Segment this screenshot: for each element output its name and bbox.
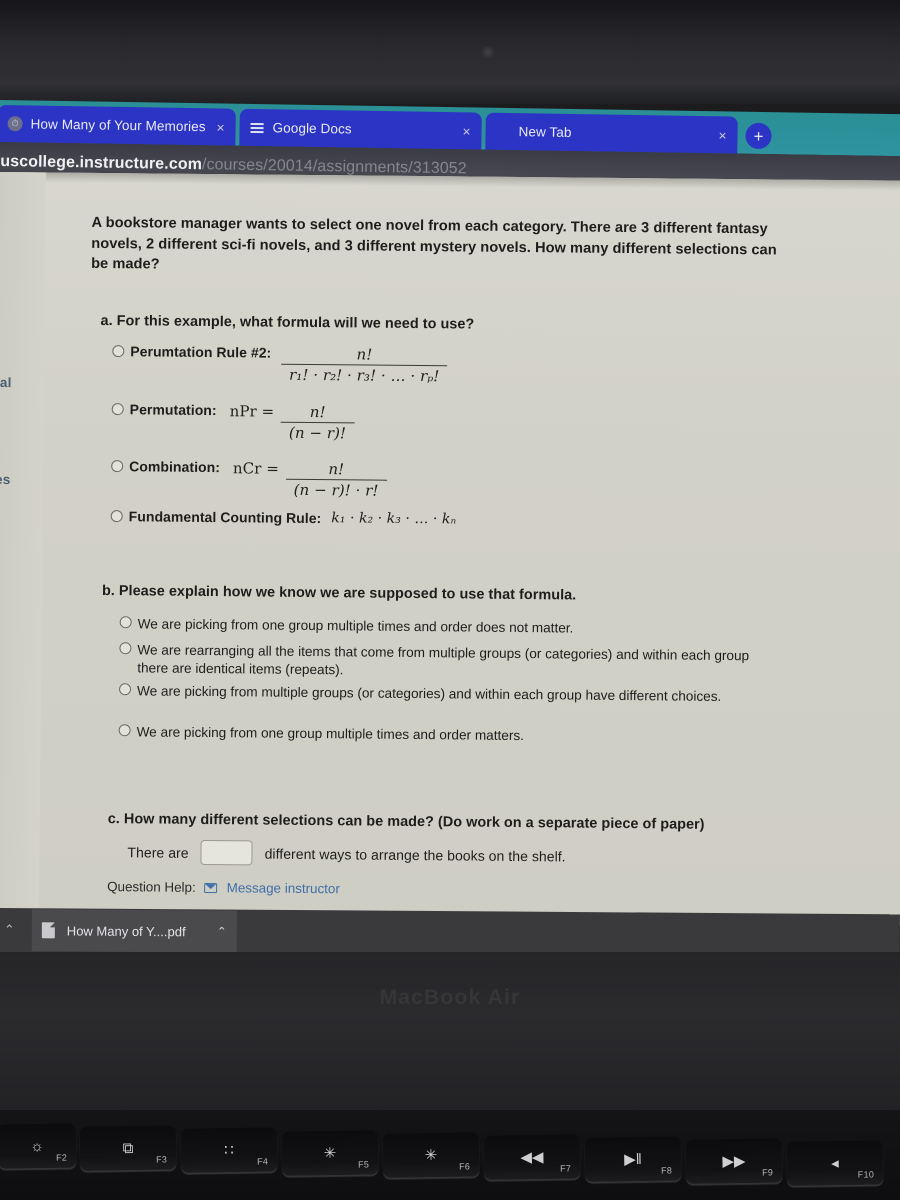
formula-numerator: n!	[356, 345, 373, 364]
option-label: Combination:	[129, 458, 221, 476]
key-name: F8	[660, 1165, 673, 1176]
pdf-file-icon	[41, 922, 55, 939]
tab-title: New Tab	[518, 124, 572, 140]
option-permutation[interactable]: Permutation: nPr = n! (n − r)!	[111, 401, 356, 443]
play-pause-icon: ▶‖	[624, 1150, 642, 1168]
question-help: Question Help: Message instructor	[107, 879, 340, 896]
laptop-brand-text: MacBook Air	[379, 986, 521, 1009]
key-f10[interactable]: ◂ F10	[786, 1140, 884, 1186]
option-combination[interactable]: Combination: nCr = n! (n − r)! · r!	[111, 458, 389, 500]
radio-icon[interactable]	[118, 683, 132, 696]
formula-fraction: n! (n − r)!	[281, 402, 355, 443]
formula-numerator: n!	[309, 402, 326, 422]
answer-suffix: different ways to arrange the books on t…	[264, 845, 566, 864]
clock-icon: ⏱	[7, 116, 23, 132]
key-f9[interactable]: ▶▶ F9	[685, 1138, 783, 1184]
message-instructor-link[interactable]: Message instructor	[227, 880, 340, 896]
course-sidebar-partial: ial es	[0, 172, 46, 918]
chevron-up-icon[interactable]: ⌃	[217, 925, 227, 939]
browser-tab-2[interactable]: Google Docs ×	[239, 108, 482, 150]
key-f8[interactable]: ▶‖ F8	[584, 1136, 682, 1182]
close-icon[interactable]: ×	[457, 123, 475, 139]
key-name: F7	[559, 1163, 572, 1174]
launchpad-icon: ∷	[224, 1141, 234, 1159]
key-name: F2	[55, 1152, 68, 1163]
key-f7[interactable]: ◀◀ F7	[483, 1134, 581, 1180]
option-fundamental-counting-rule[interactable]: Fundamental Counting Rule: k₁ · k₂ · k₃ …	[110, 508, 457, 528]
formula-fraction: n! r₁! · r₂! · r₃! · … · rₚ!	[281, 345, 448, 386]
radio-icon[interactable]	[111, 403, 124, 416]
question-help-label: Question Help:	[107, 879, 196, 895]
chevron-up-icon[interactable]: ⌃	[4, 922, 15, 938]
radio-icon[interactable]	[111, 460, 124, 473]
answer-prefix: There are	[127, 843, 189, 861]
radio-icon[interactable]	[119, 616, 132, 629]
key-name: F5	[357, 1159, 370, 1170]
google-docs-icon	[249, 120, 264, 135]
radio-icon[interactable]	[118, 724, 131, 737]
formula-fraction: n! (n − r)! · r!	[285, 460, 387, 500]
sidebar-fragment-2[interactable]: es	[0, 472, 11, 487]
keyboard-band: ☼ F2 ⧉ F3 ∷ F4 ✳ F5 ✳ F6 ◀◀ F7 ▶‖ F8 ▶▶ F9 ◂ F10 …	[0, 1110, 900, 1200]
key-f2[interactable]: ☼ F2	[0, 1123, 77, 1169]
key-f4[interactable]: ∷ F4	[180, 1127, 278, 1173]
close-icon[interactable]: ×	[211, 119, 229, 135]
mission-control-icon: ⧉	[122, 1139, 134, 1157]
key-name: F3	[155, 1154, 168, 1165]
fast-forward-icon: ▶▶	[722, 1152, 746, 1170]
tab-title: How Many of Your Memories	[30, 116, 206, 135]
radio-icon[interactable]	[119, 642, 132, 655]
key-name: F6	[458, 1161, 471, 1172]
tab-title: Google Docs	[272, 120, 352, 137]
option-label: Permutation:	[129, 401, 217, 419]
answer-input[interactable]	[200, 839, 253, 866]
download-file-name: How Many of Y....pdf	[66, 922, 186, 939]
download-shelf: ⌃ How Many of Y....pdf ⌃	[0, 908, 900, 959]
option-label: Fundamental Counting Rule:	[128, 508, 322, 527]
sidebar-fragment-1[interactable]: ial	[0, 375, 12, 390]
formula-denominator: (n − r)! · r!	[293, 481, 379, 500]
brightness-up-icon: ☼	[30, 1137, 44, 1155]
browser-tab-1[interactable]: ⏱ How Many of Your Memories ×	[0, 104, 236, 146]
radio-icon[interactable]	[110, 510, 123, 523]
formula-lhs: k₁ · k₂ · k₃ · … · kₙ	[331, 510, 457, 528]
keyboard-backlight-down-icon: ✳	[323, 1144, 337, 1162]
bezel-reflection	[481, 45, 495, 59]
close-icon[interactable]: ×	[713, 127, 731, 143]
option-label: Perumtation Rule #2:	[130, 343, 272, 361]
key-name: F4	[256, 1156, 269, 1167]
formula-numerator: n!	[328, 460, 345, 479]
formula-lhs: nPr =	[229, 402, 275, 421]
new-tab-button[interactable]: +	[745, 122, 772, 150]
web-page: ial es A bookstore manager wants to sele…	[0, 171, 900, 926]
key-f5[interactable]: ✳ F5	[281, 1130, 379, 1176]
option-b-2[interactable]: We are rearranging all the items that co…	[119, 641, 762, 684]
option-label: We are rearranging all the items that co…	[137, 642, 750, 678]
keyboard-backlight-up-icon: ✳	[424, 1146, 438, 1164]
formula-denominator: r₁! · r₂! · r₃! · … · rₚ!	[289, 365, 440, 386]
key-name: F9	[761, 1167, 774, 1178]
option-permutation-rule-2[interactable]: Perumtation Rule #2: n! r₁! · r₂! · r₃! …	[112, 343, 450, 385]
key-f6[interactable]: ✳ F6	[382, 1132, 480, 1178]
mute-icon: ◂	[831, 1154, 839, 1172]
key-f3[interactable]: ⧉ F3	[79, 1125, 177, 1171]
key-name: F10	[857, 1169, 875, 1180]
formula-denominator: (n − r)!	[288, 423, 347, 443]
url-host: citruscollege.instructure.com	[0, 152, 203, 174]
rewind-icon: ◀◀	[520, 1148, 544, 1166]
radio-icon[interactable]	[112, 345, 125, 358]
screen-bezel-top	[0, 0, 900, 104]
screenshot-root: ⏱ How Many of Your Memories × Google Doc…	[0, 0, 900, 1200]
question-prompt: A bookstore manager wants to select one …	[91, 214, 777, 273]
mail-icon	[203, 882, 217, 893]
blank-icon	[495, 124, 510, 139]
answer-row: There are different ways to arrange the …	[127, 839, 566, 868]
download-item[interactable]: How Many of Y....pdf ⌃	[31, 909, 237, 953]
browser-tab-3[interactable]: New Tab ×	[485, 112, 738, 154]
formula-lhs: nCr =	[232, 459, 279, 478]
